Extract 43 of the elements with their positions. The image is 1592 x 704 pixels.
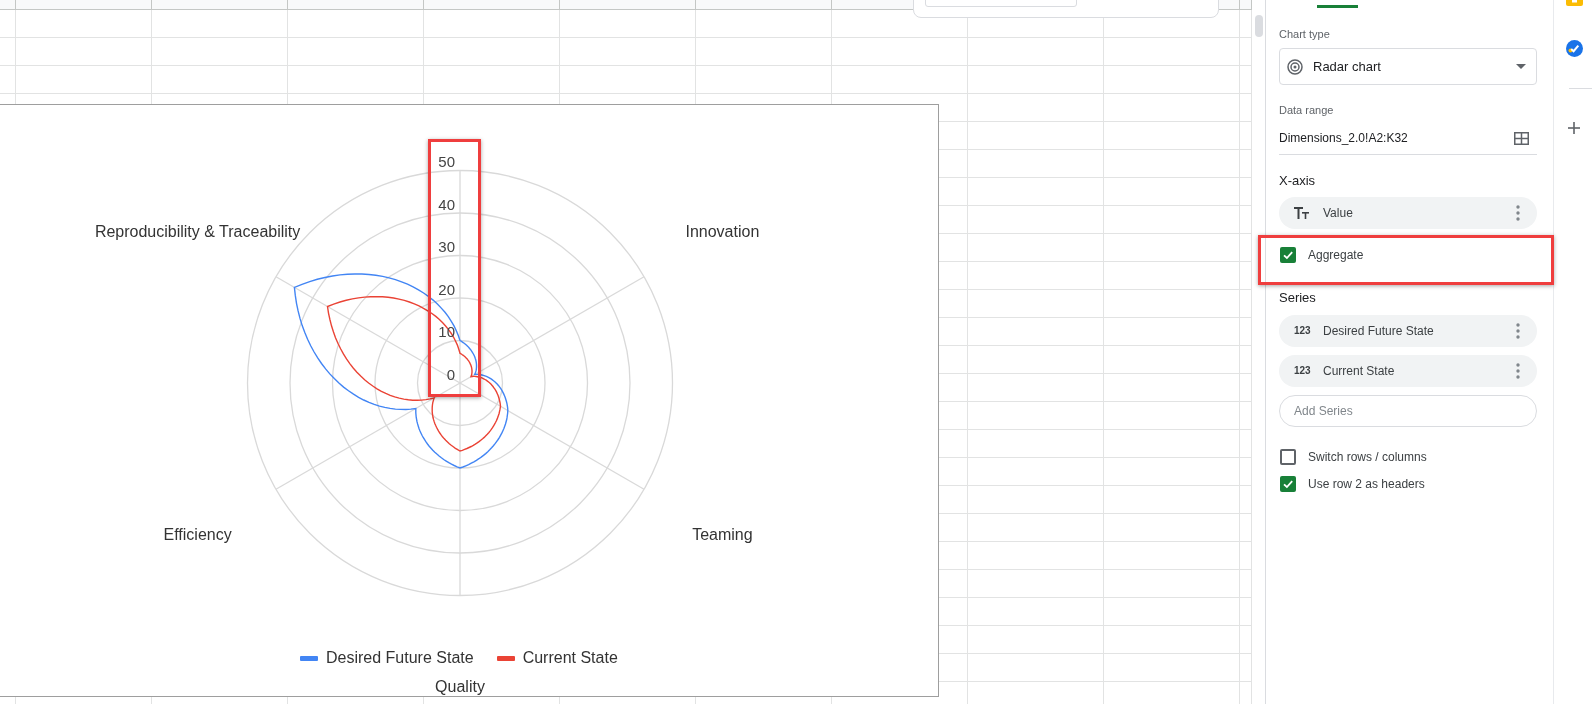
number-type-icon: 123 [1294,325,1312,337]
checkbox[interactable] [1280,449,1296,465]
tick-label: 40 [438,195,455,213]
add-series-field[interactable]: Add Series [1279,395,1537,427]
axis-label: Quality [435,677,485,695]
more-options-icon[interactable] [1516,205,1520,221]
legend-label: Current State [522,648,618,668]
radar-chart-icon [1287,58,1303,75]
more-options-icon[interactable] [1516,363,1520,379]
axis-label: Efficiency [163,526,232,543]
tick-label: 30 [438,238,455,255]
legend-label: Desired Future State [326,648,474,668]
field-chip[interactable]: 123 Desired Future State [1279,315,1537,347]
field-chip[interactable]: 123 Current State [1279,355,1537,387]
checkbox[interactable] [1280,247,1296,263]
more-options-icon[interactable] [1516,323,1520,339]
caret-icon [1516,64,1526,69]
scrollbar-thumb[interactable] [1255,15,1263,37]
axis-label: Innovation [685,223,760,240]
field-label: Chart type [1279,27,1331,42]
section-heading: Series [1279,289,1317,307]
tick-label: 50 [438,153,455,170]
text-type-icon [1294,207,1309,219]
check-circle-icon[interactable] [1565,40,1583,57]
plus-icon[interactable] [1568,122,1580,134]
grid-icon[interactable] [1514,131,1529,145]
tick-label: 0 [446,365,455,383]
checkbox-label: Aggregate [1308,247,1364,264]
checkbox[interactable] [1280,476,1296,492]
tick-label: 20 [438,280,455,298]
data-range-field[interactable]: Dimensions_2.0!A2:K32 [1279,122,1537,155]
field-chip[interactable]: Value [1279,197,1537,229]
field-label: Data range [1279,103,1335,118]
axis-label: Teaming [692,526,753,543]
checkmark-icon [1282,249,1294,261]
checkmark-icon [1282,478,1294,490]
section-heading: X-axis [1279,172,1317,190]
checkbox-label: Use row 2 as headers [1308,476,1425,493]
chart-type-dropdown[interactable]: Radar chart [1279,48,1537,85]
app-tile-icon[interactable] [1565,0,1583,6]
number-type-icon: 123 [1294,365,1312,377]
checkbox-label: Switch rows / columns [1308,449,1427,466]
axis-label: Reproducibility & Traceability [94,223,301,240]
